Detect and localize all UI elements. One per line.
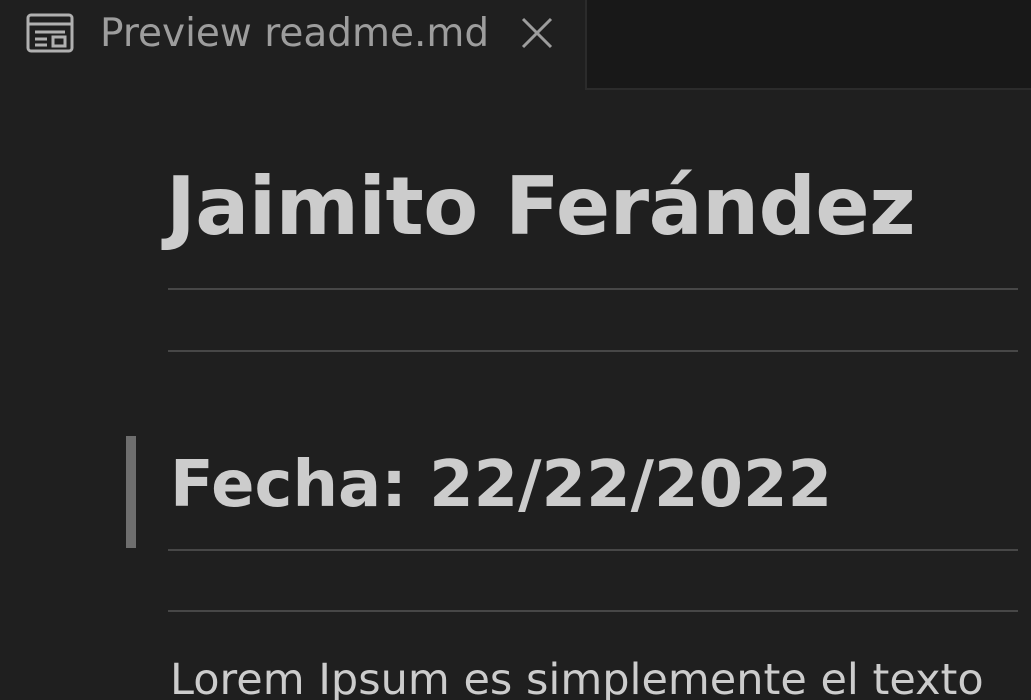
document-heading: Jaimito Ferández xyxy=(166,160,916,253)
preview-icon xyxy=(26,13,74,53)
heading-underline xyxy=(168,549,1018,551)
tab-label: Preview readme.md xyxy=(100,11,490,56)
horizontal-rule xyxy=(168,610,1018,612)
close-icon[interactable] xyxy=(518,14,556,52)
paragraph: Lorem Ipsum es simplemente el texto xyxy=(170,655,984,700)
heading-underline xyxy=(168,288,1018,290)
horizontal-rule xyxy=(168,350,1018,352)
blockquote-heading: Fecha: 22/22/2022 xyxy=(170,448,833,522)
markdown-preview: Jaimito Ferández Fecha: 22/22/2022 Lorem… xyxy=(0,90,1031,700)
blockquote-bar xyxy=(126,436,136,548)
tab-bar-empty-area xyxy=(587,0,1031,90)
tab-bar: Preview readme.md xyxy=(0,0,1031,90)
tab-preview-readme[interactable]: Preview readme.md xyxy=(0,0,587,90)
